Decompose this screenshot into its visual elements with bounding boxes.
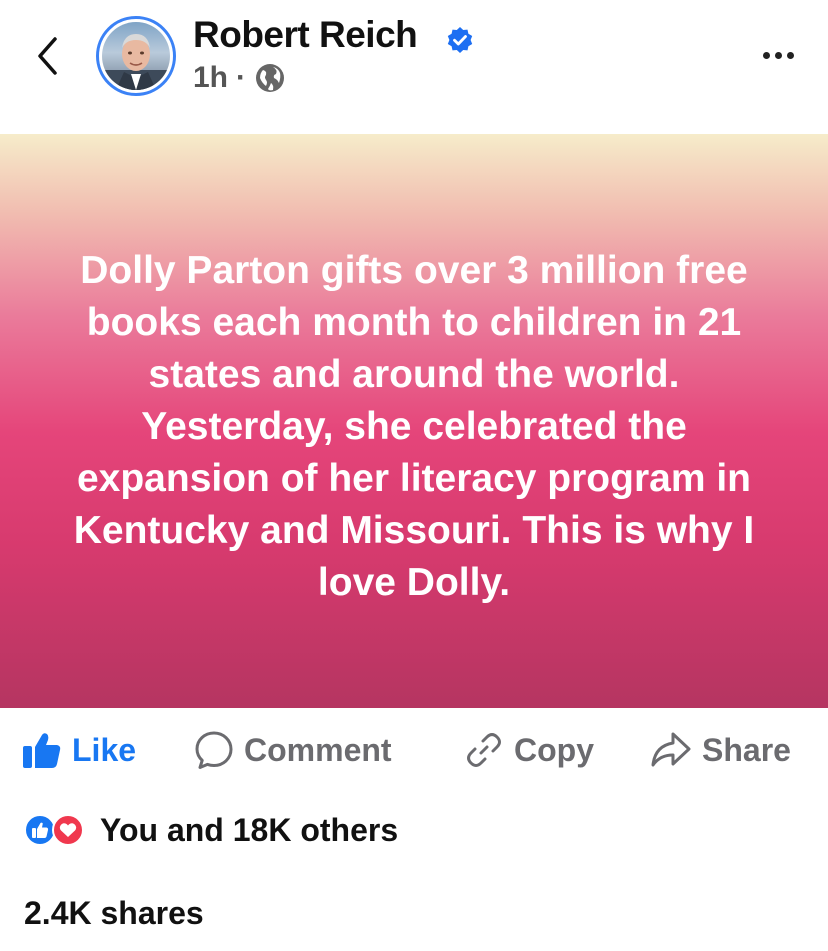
copy-button[interactable]: Copy — [464, 730, 594, 770]
comment-button[interactable]: Comment — [194, 730, 392, 770]
post-text: Dolly Parton gifts over 3 million free b… — [73, 249, 755, 604]
shares-count[interactable]: 2.4K shares — [24, 895, 204, 932]
avatar[interactable] — [96, 16, 176, 96]
more-options-button[interactable] — [756, 40, 800, 70]
comment-label: Comment — [244, 731, 392, 768]
post-header: Robert Reich 1h · — [0, 0, 828, 134]
share-label: Share — [702, 731, 791, 768]
link-icon — [467, 733, 501, 767]
like-button[interactable]: Like — [22, 730, 136, 770]
like-label: Like — [72, 731, 137, 768]
post-view: Robert Reich 1h · Dolly Parton gifts ove… — [0, 0, 828, 951]
reactions-count: You and 18K others — [100, 811, 399, 848]
reactions-summary[interactable]: You and 18K others — [24, 810, 398, 850]
author-name[interactable]: Robert Reich — [193, 14, 418, 56]
chevron-left-icon — [38, 37, 57, 75]
copy-label: Copy — [514, 731, 594, 768]
reaction-icons — [24, 812, 90, 848]
avatar-photo — [102, 22, 170, 90]
more-horizontal-icon-dot — [786, 51, 794, 59]
love-reaction-icon — [52, 814, 84, 846]
share-button[interactable]: Share — [650, 730, 791, 770]
post-time[interactable]: 1h — [193, 61, 228, 95]
back-button[interactable] — [30, 34, 64, 78]
more-horizontal-icon-dot — [762, 51, 770, 59]
post-meta: 1h · — [193, 60, 286, 96]
share-arrow-icon — [651, 732, 691, 767]
globe-icon[interactable] — [254, 62, 286, 94]
action-bar: Like Comment Copy Share — [0, 708, 828, 792]
meta-separator: · — [236, 61, 247, 94]
post-background[interactable]: Dolly Parton gifts over 3 million free b… — [0, 134, 828, 708]
thumbs-up-icon — [23, 733, 61, 768]
comment-bubble-icon — [195, 731, 233, 769]
more-horizontal-icon-dot — [774, 51, 782, 59]
verified-badge-icon — [447, 27, 473, 53]
